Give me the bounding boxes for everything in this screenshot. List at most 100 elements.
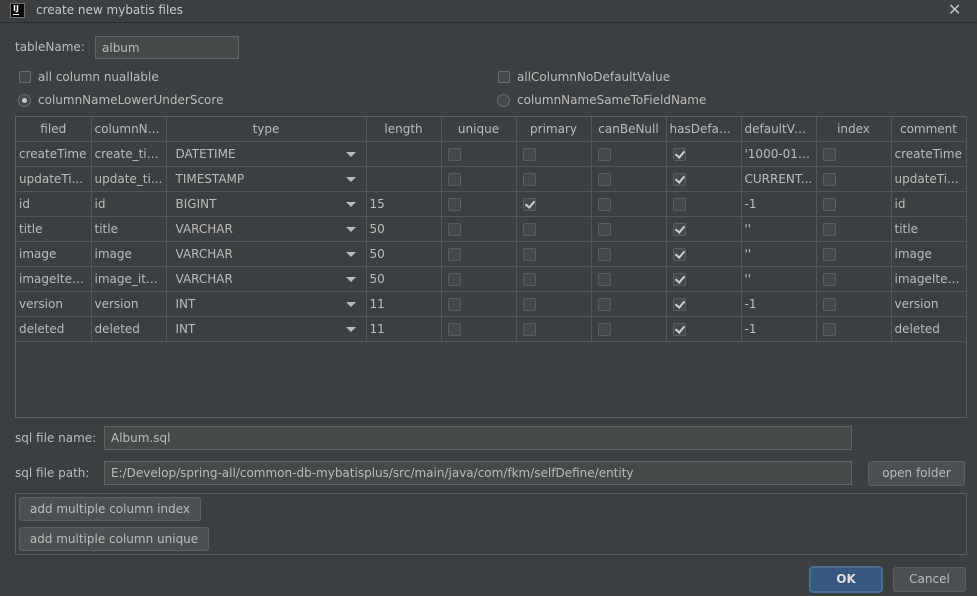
- unique-checkbox[interactable]: [447, 223, 461, 236]
- index-checkbox[interactable]: [822, 148, 836, 161]
- open-folder-button[interactable]: open folder: [868, 461, 965, 486]
- has-default-cell[interactable]: [666, 266, 742, 292]
- field-name-cell[interactable]: updateTi...: [16, 166, 92, 192]
- length-cell[interactable]: 50: [366, 266, 442, 292]
- index-cell[interactable]: [816, 141, 892, 167]
- unique-checkbox[interactable]: [447, 298, 461, 311]
- type-cell[interactable]: INT: [166, 291, 367, 317]
- primary-cell[interactable]: [516, 166, 592, 192]
- has-default-cell[interactable]: [666, 291, 742, 317]
- column-name-cell[interactable]: create_time: [91, 141, 167, 167]
- all-column-nullable-checkbox[interactable]: [19, 71, 31, 83]
- index-cell[interactable]: [816, 166, 892, 192]
- chevron-down-icon[interactable]: [345, 252, 356, 257]
- primary-checkbox[interactable]: [522, 248, 536, 261]
- unique-checkbox[interactable]: [447, 273, 461, 286]
- default-value-cell[interactable]: -1: [741, 191, 817, 217]
- index-checkbox[interactable]: [822, 223, 836, 236]
- column-header[interactable]: index: [816, 117, 892, 142]
- primary-cell[interactable]: [516, 241, 592, 267]
- column-header[interactable]: defaultValue: [741, 117, 817, 142]
- length-cell[interactable]: 50: [366, 241, 442, 267]
- length-cell[interactable]: 11: [366, 316, 442, 342]
- has-default-cell[interactable]: [666, 241, 742, 267]
- primary-checkbox[interactable]: [522, 173, 536, 186]
- table-row[interactable]: image image VARCHAR 50 '' image: [16, 241, 967, 267]
- table-name-input[interactable]: [95, 36, 239, 59]
- index-cell[interactable]: [816, 316, 892, 342]
- index-checkbox[interactable]: [822, 323, 836, 336]
- primary-checkbox[interactable]: [522, 198, 536, 211]
- ok-button[interactable]: OK: [810, 567, 882, 592]
- unique-cell[interactable]: [441, 241, 517, 267]
- can-be-null-cell[interactable]: [591, 141, 667, 167]
- chevron-down-icon[interactable]: [345, 302, 356, 307]
- unique-cell[interactable]: [441, 141, 517, 167]
- default-value-cell[interactable]: -1: [741, 316, 817, 342]
- index-cell[interactable]: [816, 291, 892, 317]
- can-be-null-cell[interactable]: [591, 191, 667, 217]
- comment-cell[interactable]: updateTi...: [891, 166, 967, 192]
- table-row[interactable]: title title VARCHAR 50 '' title: [16, 216, 967, 242]
- field-name-cell[interactable]: title: [16, 216, 92, 242]
- has-default-cell[interactable]: [666, 216, 742, 242]
- can-be-null-cell[interactable]: [591, 266, 667, 292]
- primary-checkbox[interactable]: [522, 323, 536, 336]
- column-header[interactable]: filed: [16, 117, 92, 142]
- has-default-cell[interactable]: [666, 316, 742, 342]
- chevron-down-icon[interactable]: [345, 202, 356, 207]
- length-cell[interactable]: 11: [366, 291, 442, 317]
- has-default-cell[interactable]: [666, 166, 742, 192]
- table-row[interactable]: imageItems image_ite... VARCHAR 50 '' imageIt…: [16, 266, 967, 292]
- can-be-null-checkbox[interactable]: [597, 298, 611, 311]
- unique-cell[interactable]: [441, 266, 517, 292]
- index-cell[interactable]: [816, 191, 892, 217]
- length-cell[interactable]: [366, 166, 442, 192]
- chevron-down-icon[interactable]: [345, 227, 356, 232]
- same-to-field-radio[interactable]: [497, 93, 510, 107]
- primary-cell[interactable]: [516, 141, 592, 167]
- column-header[interactable]: columnNa...: [91, 117, 167, 142]
- primary-checkbox[interactable]: [522, 273, 536, 286]
- table-row[interactable]: createTime create_time DATETIME '1000-01-..…: [16, 141, 967, 167]
- chevron-down-icon[interactable]: [345, 152, 356, 157]
- index-checkbox[interactable]: [822, 298, 836, 311]
- has-default-checkbox[interactable]: [672, 298, 686, 311]
- index-checkbox[interactable]: [822, 198, 836, 211]
- index-checkbox[interactable]: [822, 273, 836, 286]
- index-cell[interactable]: [816, 216, 892, 242]
- has-default-checkbox[interactable]: [672, 323, 686, 336]
- can-be-null-checkbox[interactable]: [597, 323, 611, 336]
- chevron-down-icon[interactable]: [345, 177, 356, 182]
- field-name-cell[interactable]: createTime: [16, 141, 92, 167]
- type-cell[interactable]: VARCHAR: [166, 241, 367, 267]
- index-checkbox[interactable]: [822, 173, 836, 186]
- primary-checkbox[interactable]: [522, 148, 536, 161]
- default-value-cell[interactable]: '': [741, 266, 817, 292]
- column-name-cell[interactable]: deleted: [91, 316, 167, 342]
- unique-cell[interactable]: [441, 166, 517, 192]
- lower-under-score-option[interactable]: columnNameLowerUnderScore: [18, 93, 223, 107]
- field-name-cell[interactable]: version: [16, 291, 92, 317]
- comment-cell[interactable]: createTime: [891, 141, 967, 167]
- column-name-cell[interactable]: title: [91, 216, 167, 242]
- has-default-checkbox[interactable]: [672, 223, 686, 236]
- field-name-cell[interactable]: deleted: [16, 316, 92, 342]
- comment-cell[interactable]: title: [891, 216, 967, 242]
- can-be-null-checkbox[interactable]: [597, 248, 611, 261]
- table-row[interactable]: updateTi... update_ti... TIMESTAMP CURRENT.…: [16, 166, 967, 192]
- all-column-no-default-checkbox[interactable]: [498, 71, 510, 83]
- can-be-null-cell[interactable]: [591, 166, 667, 192]
- column-header[interactable]: unique: [441, 117, 517, 142]
- column-header[interactable]: primary: [516, 117, 592, 142]
- index-cell[interactable]: [816, 241, 892, 267]
- has-default-cell[interactable]: [666, 191, 742, 217]
- comment-cell[interactable]: imageItems: [891, 266, 967, 292]
- primary-cell[interactable]: [516, 291, 592, 317]
- lower-under-score-radio[interactable]: [18, 93, 31, 107]
- field-name-cell[interactable]: image: [16, 241, 92, 267]
- add-multiple-column-unique-button[interactable]: add multiple column unique: [19, 527, 209, 551]
- has-default-checkbox[interactable]: [672, 273, 686, 286]
- default-value-cell[interactable]: '': [741, 241, 817, 267]
- can-be-null-cell[interactable]: [591, 241, 667, 267]
